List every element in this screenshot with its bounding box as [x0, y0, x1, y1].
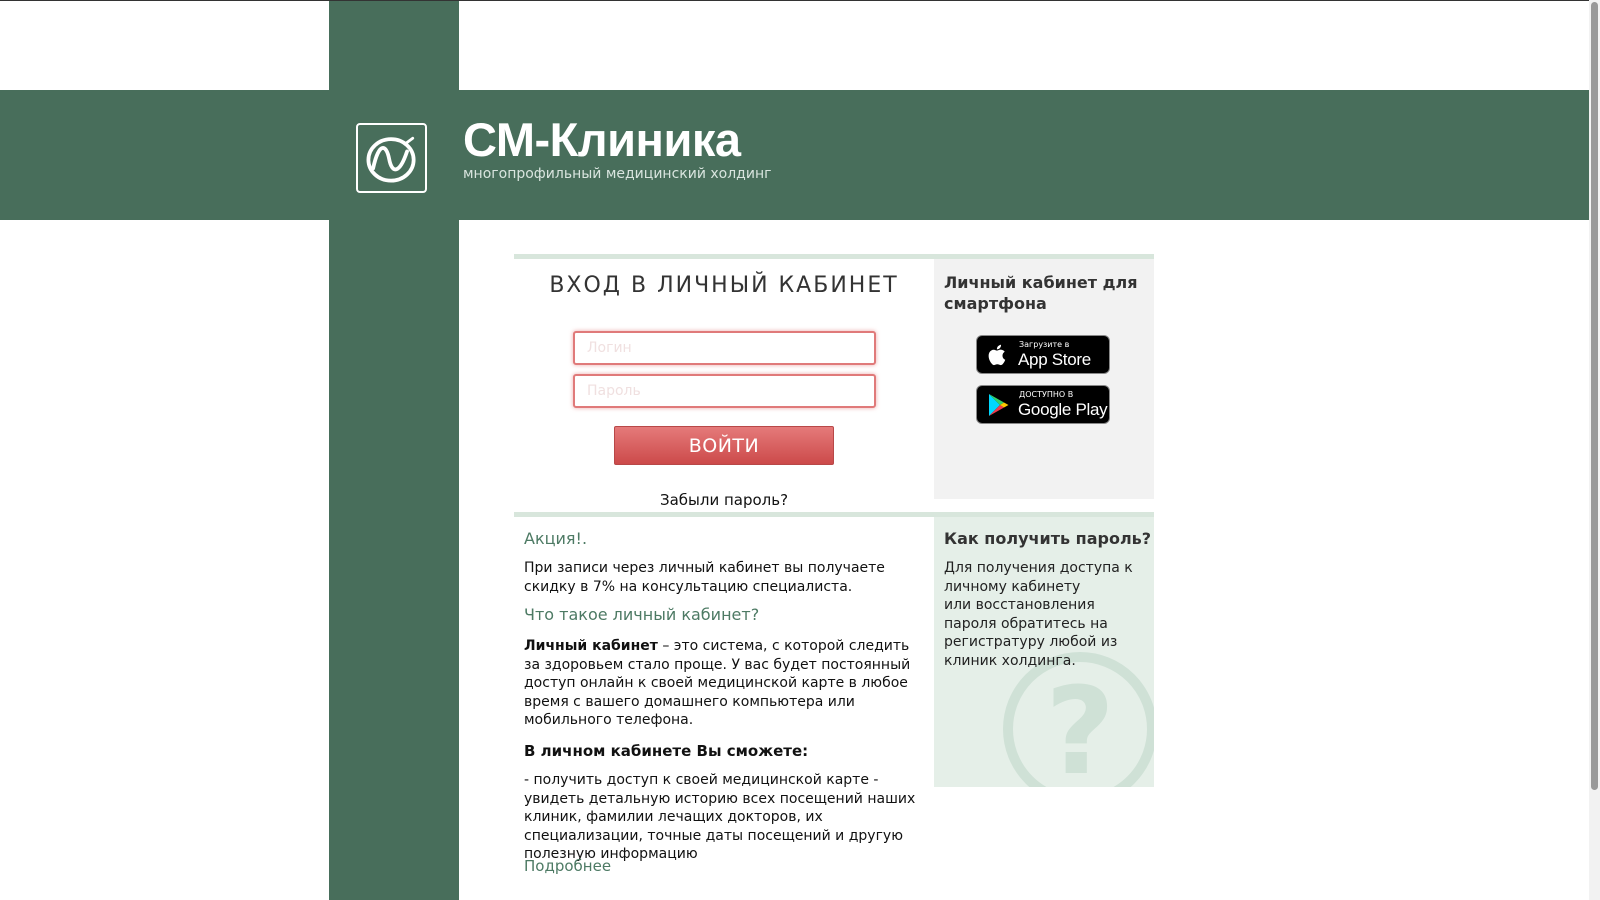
forgot-password-link[interactable]: Забыли пароль? — [514, 491, 934, 509]
play-triangle-icon — [989, 394, 1009, 416]
page-scrollbar[interactable] — [1589, 0, 1600, 900]
brand-name: СМ-Клиника — [463, 113, 741, 166]
top-rule — [0, 0, 1600, 1]
appstore-caption: Загрузите в — [1019, 340, 1070, 349]
password-help-text: Для получения доступа к личному кабинету… — [944, 559, 1149, 671]
scrollbar-thumb[interactable] — [1591, 2, 1598, 790]
what-is-cabinet-text: Личный кабинет – это система, с которой … — [524, 637, 924, 730]
help-mark-glyph: ? — [1045, 663, 1115, 787]
password-input[interactable] — [573, 374, 876, 408]
brand-tagline: многопрофильный медицинский холдинг — [463, 166, 772, 182]
features-text: - получить доступ к своей медицинской ка… — [524, 772, 916, 863]
mobile-apps-panel: Личный кабинет для смартфона Загрузите в… — [934, 254, 1154, 499]
mobile-apps-title: Личный кабинет для смартфона — [944, 273, 1138, 313]
password-help-line2: или восстановления пароля обратитесь на … — [944, 597, 1118, 669]
googleplay-label: Google Play — [1018, 400, 1108, 419]
appstore-label: App Store — [1018, 350, 1091, 369]
password-help-panel: ? Как получить пароль? Для получения дос… — [934, 512, 1154, 787]
site-header — [0, 90, 1589, 220]
snake-wave-logo-icon — [366, 136, 416, 183]
info-panel: Акция!. При записи через личный кабинет … — [514, 512, 934, 882]
more-link[interactable]: Подробнее — [524, 857, 611, 875]
cabinet-term: Личный кабинет — [524, 638, 658, 654]
password-help-title: Как получить пароль? — [944, 529, 1152, 548]
password-help-line1: Для получения доступа к личному кабинету — [944, 560, 1133, 595]
features-title: В личном кабинете Вы сможете: — [524, 742, 809, 760]
login-title: ВХОД В ЛИЧНЫЙ КАБИНЕТ — [549, 273, 899, 298]
googleplay-badge[interactable]: ДОСТУПНО В Google Play — [976, 385, 1110, 424]
login-panel: ВХОД В ЛИЧНЫЙ КАБИНЕТ ВОЙТИ Забыли парол… — [514, 254, 934, 512]
logo-icon[interactable] — [356, 123, 427, 193]
apple-icon — [988, 344, 1006, 366]
login-button[interactable]: ВОЙТИ — [614, 426, 834, 465]
promo-text: При записи через личный кабинет вы получ… — [524, 560, 885, 595]
appstore-badge[interactable]: Загрузите в App Store — [976, 335, 1110, 374]
login-input[interactable] — [573, 331, 876, 365]
what-is-cabinet-title: Что такое личный кабинет? — [524, 605, 760, 624]
promo-title: Акция!. — [524, 529, 588, 548]
googleplay-caption: ДОСТУПНО В — [1019, 390, 1074, 399]
